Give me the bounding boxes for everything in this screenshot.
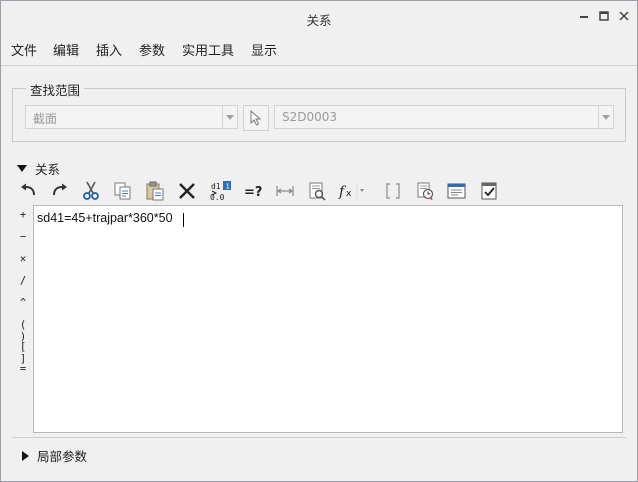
menu-bar: 文件 编辑 插入 参数 实用工具 显示 [1,35,637,63]
operator-divide[interactable]: / [14,275,32,287]
expand-down-icon [17,165,27,172]
operator-minus[interactable]: − [14,231,32,243]
cursor-arrow-icon [250,110,262,126]
maximize-icon [599,11,609,21]
svg-text:=?: =? [244,185,262,199]
operator-power[interactable]: ^ [14,297,32,309]
execute-button[interactable] [477,179,501,203]
delete-icon [179,183,195,199]
minimize-button[interactable] [575,7,593,25]
scope-item-value: S2D0003 [282,110,338,124]
properties-button[interactable] [305,179,329,203]
close-button[interactable] [615,7,633,25]
verify-icon [417,182,434,200]
relations-editor[interactable]: sd41=45+trajpar*360*50 [33,205,623,433]
copy-icon [114,182,131,200]
svg-text:x: x [346,189,352,199]
minimize-icon [580,16,588,18]
paste-button[interactable] [143,179,167,203]
scope-item-select[interactable]: S2D0003 [274,105,614,129]
execute-icon [481,182,497,200]
paste-icon [146,181,164,201]
redo-button[interactable] [47,179,71,203]
undo-icon [21,183,35,196]
properties-icon [309,182,326,201]
maximize-button[interactable] [595,7,613,25]
select-pick-button[interactable] [243,105,269,131]
menu-insert[interactable]: 插入 [96,40,122,59]
switch-dimensions-icon: d1 0.0 1 [210,181,231,202]
chevron-down-icon [598,106,613,128]
operator-multiply[interactable]: × [14,253,32,265]
redo-icon [53,183,67,196]
evaluate-button[interactable]: =? [241,179,265,203]
menu-utilities[interactable]: 实用工具 [182,40,234,59]
measure-button[interactable] [273,179,297,203]
evaluate-icon: =? [244,185,262,199]
verify-button[interactable] [413,179,437,203]
relations-window: 关系 文件 编辑 插入 参数 实用工具 显示 查找范围 截面 S2D0003 关… [0,0,638,482]
measure-icon [276,186,294,196]
svg-text:d1: d1 [211,182,221,191]
relations-header: 关系 [35,162,61,177]
insert-function-button[interactable]: f x [337,179,367,203]
window-title: 关系 [306,13,332,28]
sort-icon [447,183,466,199]
relations-editor-text: sd41=45+trajpar*360*50 [37,211,173,225]
brackets-button[interactable] [381,179,405,203]
close-icon [619,11,629,21]
local-params-header: 局部参数 [37,449,88,464]
menu-display[interactable]: 显示 [251,40,277,59]
relations-section-toggle[interactable]: 关系 [17,159,60,178]
chevron-down-icon [222,106,237,128]
undo-button[interactable] [17,179,41,203]
local-params-toggle[interactable]: 局部参数 [22,446,87,465]
menu-edit[interactable]: 编辑 [53,40,79,59]
relations-toolbar: d1 0.0 1 =? f x [15,178,515,204]
svg-text:1: 1 [226,183,230,191]
operator-equals[interactable]: = [14,363,32,375]
operator-plus[interactable]: + [14,209,32,221]
sort-button[interactable] [445,179,469,203]
scope-type-value: 截面 [33,112,58,126]
cut-icon [83,181,99,200]
text-caret [183,213,184,227]
delete-button[interactable] [175,179,199,203]
brackets-icon [386,183,400,199]
operator-parentheses[interactable]: ( ) [14,319,32,343]
cut-button[interactable] [79,179,103,203]
menu-separator [1,65,637,66]
switch-dimensions-button[interactable]: d1 0.0 1 [209,179,233,203]
expand-right-icon [22,450,29,461]
title-bar: 关系 [1,1,637,33]
menu-parameters[interactable]: 参数 [139,40,165,59]
search-scope-legend: 查找范围 [26,80,85,99]
scope-type-select[interactable]: 截面 [25,105,238,129]
local-params-panel: 局部参数 [12,437,626,469]
copy-button[interactable] [111,179,135,203]
operator-brackets[interactable]: [ ] [14,341,32,365]
insert-function-icon: f x [338,183,364,200]
menu-file[interactable]: 文件 [11,40,37,59]
